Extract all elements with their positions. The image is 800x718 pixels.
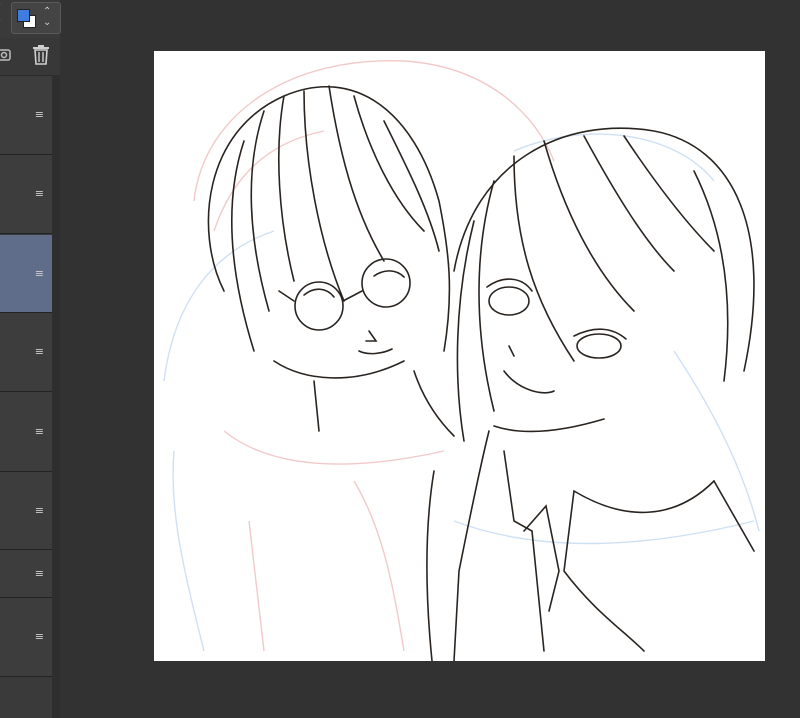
layer-row[interactable]: ≡ bbox=[0, 392, 52, 472]
layer-row[interactable]: ≡ bbox=[0, 472, 52, 550]
lineart-illustration bbox=[163, 60, 760, 661]
drag-handle-icon[interactable]: ≡ bbox=[35, 186, 44, 202]
chevron-up-down-icon[interactable]: ⌃ ⌄ bbox=[43, 6, 51, 28]
color-swatch-selector[interactable]: ⌃ ⌄ bbox=[11, 2, 61, 34]
left-stepper-icon[interactable]: ⌃⌄ bbox=[0, 2, 2, 26]
drag-handle-icon[interactable]: ≡ bbox=[35, 107, 44, 123]
layer-row[interactable]: ≡ bbox=[0, 550, 52, 598]
layer-row[interactable]: ≡ bbox=[0, 76, 52, 155]
drag-handle-icon[interactable]: ≡ bbox=[35, 629, 44, 645]
trash-icon[interactable] bbox=[31, 44, 51, 66]
drag-handle-icon[interactable]: ≡ bbox=[35, 266, 44, 282]
color-swatch-icon bbox=[17, 9, 36, 28]
drag-handle-icon[interactable]: ≡ bbox=[35, 566, 44, 582]
layer-row[interactable]: ≡ bbox=[0, 155, 52, 234]
layer-row[interactable]: ≡ bbox=[0, 313, 52, 392]
foreground-color-swatch[interactable] bbox=[17, 9, 30, 22]
panel-scroll-gutter[interactable] bbox=[52, 75, 60, 718]
layer-row-selected[interactable]: ≡ bbox=[0, 235, 52, 313]
color-toolbar: ⌃⌄ ⌃⌄ bbox=[0, 0, 61, 38]
drag-handle-icon[interactable]: ≡ bbox=[35, 503, 44, 519]
layer-row[interactable]: ≡ bbox=[0, 598, 52, 677]
layer-panel: ⌃⌄ ⌃⌄ ≡ ≡ ≡ ≡ ≡ bbox=[0, 0, 61, 718]
drawing-canvas[interactable] bbox=[154, 51, 765, 661]
drag-handle-icon[interactable]: ≡ bbox=[35, 344, 44, 360]
drag-handle-icon[interactable]: ≡ bbox=[35, 424, 44, 440]
new-folder-icon[interactable] bbox=[0, 46, 12, 62]
layer-actions-toolbar bbox=[0, 38, 60, 76]
